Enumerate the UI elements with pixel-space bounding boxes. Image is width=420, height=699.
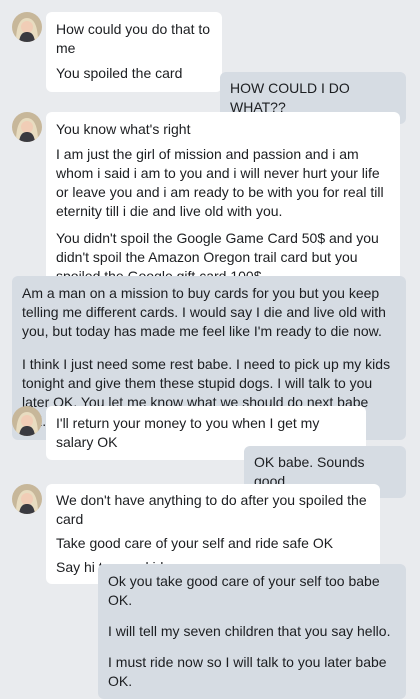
avatar-photo-icon: [12, 406, 42, 436]
message-text: You know what's right: [56, 121, 191, 137]
message-text: I will tell my seven children that you s…: [108, 623, 391, 639]
message-text: How could you do that to me: [56, 21, 211, 56]
contact-avatar[interactable]: [12, 112, 42, 142]
avatar-photo-icon: [12, 12, 42, 42]
incoming-message: How could you do that to me You spoiled …: [46, 12, 222, 92]
message-text: Ok you take good care of your self too b…: [108, 573, 380, 608]
contact-avatar[interactable]: [12, 12, 42, 42]
incoming-message: You know what's right I am just the girl…: [46, 112, 400, 294]
contact-avatar[interactable]: [12, 406, 42, 436]
message-text: I must ride now so I will talk to you la…: [108, 654, 387, 689]
message-text: We don't have anything to do after you s…: [56, 492, 367, 527]
chat-thread: How could you do that to me You spoiled …: [0, 0, 420, 699]
outgoing-message: Ok you take good care of your self too b…: [98, 564, 406, 699]
message-text: Am a man on a mission to buy cards for y…: [22, 285, 386, 339]
message-text: You spoiled the card: [56, 65, 183, 81]
avatar-photo-icon: [12, 484, 42, 514]
contact-avatar[interactable]: [12, 484, 42, 514]
avatar-photo-icon: [12, 112, 42, 142]
message-text: I am just the girl of mission and passio…: [56, 146, 384, 219]
message-text: Take good care of your self and ride saf…: [56, 535, 334, 551]
